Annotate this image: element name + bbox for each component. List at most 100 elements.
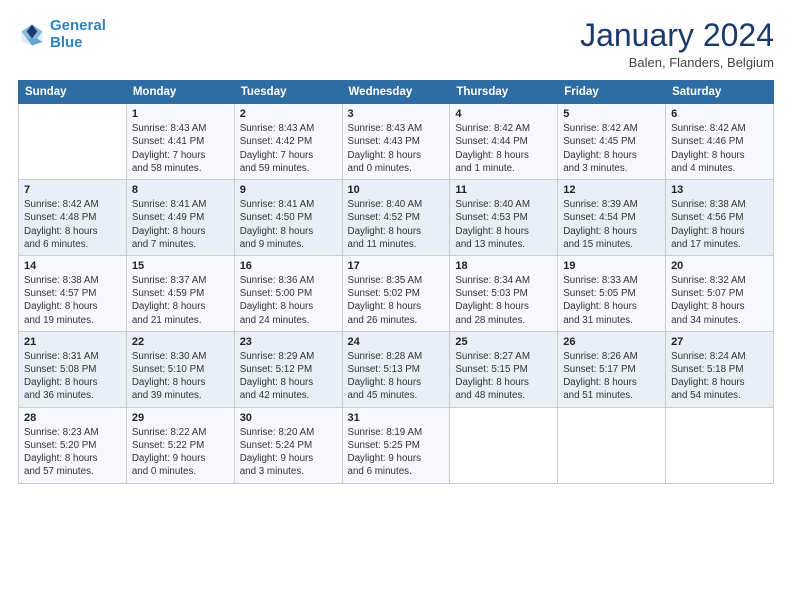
day-number: 17 — [348, 260, 445, 272]
day-number: 2 — [240, 108, 337, 120]
calendar-cell: 25Sunrise: 8:27 AMSunset: 5:15 PMDayligh… — [450, 331, 558, 407]
day-number: 23 — [240, 336, 337, 348]
day-info: Sunrise: 8:43 AMSunset: 4:41 PMDaylight:… — [132, 122, 229, 175]
calendar-cell — [450, 407, 558, 483]
day-number: 3 — [348, 108, 445, 120]
day-number: 30 — [240, 412, 337, 424]
calendar-cell: 9 Sunrise: 8:41 AMSunset: 4:50 PMDaylight… — [234, 180, 342, 256]
day-info: Sunrise: 8:37 AMSunset: 4:59 PMDaylight:… — [132, 274, 229, 327]
logo-text: General Blue — [50, 18, 106, 51]
day-number: 11 — [455, 184, 552, 196]
calendar-cell: 14 Sunrise: 8:38 AMSunset: 4:57 PMDayligh… — [19, 255, 127, 331]
calendar-cell: 7 Sunrise: 8:42 AMSunset: 4:48 PMDaylight… — [19, 180, 127, 256]
page: General Blue January 2024 Balen, Flander… — [0, 0, 792, 612]
calendar-cell — [666, 407, 774, 483]
day-number: 28 — [24, 412, 121, 424]
day-number: 21 — [24, 336, 121, 348]
day-info: Sunrise: 8:24 AMSunset: 5:18 PMDaylight:… — [671, 350, 768, 403]
day-header-sunday: Sunday — [19, 81, 127, 104]
calendar-cell: 19 Sunrise: 8:33 AMSunset: 5:05 PMDayligh… — [558, 255, 666, 331]
calendar-cell: 13 Sunrise: 8:38 AMSunset: 4:56 PMDayligh… — [666, 180, 774, 256]
day-info: Sunrise: 8:41 AMSunset: 4:50 PMDaylight:… — [240, 198, 337, 251]
month-title: January 2024 — [580, 18, 774, 53]
calendar-cell: 1Sunrise: 8:43 AMSunset: 4:41 PMDaylight… — [126, 104, 234, 180]
calendar-cell: 12Sunrise: 8:39 AMSunset: 4:54 PMDayligh… — [558, 180, 666, 256]
day-number: 7 — [24, 184, 121, 196]
calendar-header-row: SundayMondayTuesdayWednesdayThursdayFrid… — [19, 81, 774, 104]
logo: General Blue — [18, 18, 106, 51]
day-info: Sunrise: 8:35 AMSunset: 5:02 PMDaylight:… — [348, 274, 445, 327]
calendar-cell — [558, 407, 666, 483]
calendar-cell: 11Sunrise: 8:40 AMSunset: 4:53 PMDayligh… — [450, 180, 558, 256]
calendar-cell: 28 Sunrise: 8:23 AMSunset: 5:20 PMDayligh… — [19, 407, 127, 483]
calendar-cell: 18 Sunrise: 8:34 AMSunset: 5:03 PMDayligh… — [450, 255, 558, 331]
logo-line2: Blue — [50, 34, 83, 51]
calendar-cell: 20 Sunrise: 8:32 AMSunset: 5:07 PMDayligh… — [666, 255, 774, 331]
calendar-cell: 3 Sunrise: 8:43 AMSunset: 4:43 PMDaylight… — [342, 104, 450, 180]
day-header-wednesday: Wednesday — [342, 81, 450, 104]
day-info: Sunrise: 8:22 AMSunset: 5:22 PMDaylight:… — [132, 426, 229, 479]
week-row-3: 14 Sunrise: 8:38 AMSunset: 4:57 PMDayligh… — [19, 255, 774, 331]
day-info: Sunrise: 8:34 AMSunset: 5:03 PMDaylight:… — [455, 274, 552, 327]
title-block: January 2024 Balen, Flanders, Belgium — [580, 18, 774, 70]
calendar-cell — [19, 104, 127, 180]
day-number: 20 — [671, 260, 768, 272]
day-info: Sunrise: 8:23 AMSunset: 5:20 PMDaylight:… — [24, 426, 121, 479]
day-number: 5 — [563, 108, 660, 120]
week-row-2: 7 Sunrise: 8:42 AMSunset: 4:48 PMDaylight… — [19, 180, 774, 256]
calendar-cell: 23 Sunrise: 8:29 AMSunset: 5:12 PMDayligh… — [234, 331, 342, 407]
day-info: Sunrise: 8:30 AMSunset: 5:10 PMDaylight:… — [132, 350, 229, 403]
day-number: 29 — [132, 412, 229, 424]
day-info: Sunrise: 8:20 AMSunset: 5:24 PMDaylight:… — [240, 426, 337, 479]
day-number: 31 — [348, 412, 445, 424]
calendar-cell: 8 Sunrise: 8:41 AMSunset: 4:49 PMDaylight… — [126, 180, 234, 256]
calendar-cell: 2 Sunrise: 8:43 AMSunset: 4:42 PMDaylight… — [234, 104, 342, 180]
day-header-thursday: Thursday — [450, 81, 558, 104]
day-info: Sunrise: 8:38 AMSunset: 4:56 PMDaylight:… — [671, 198, 768, 251]
day-number: 8 — [132, 184, 229, 196]
week-row-4: 21 Sunrise: 8:31 AMSunset: 5:08 PMDayligh… — [19, 331, 774, 407]
day-number: 13 — [671, 184, 768, 196]
day-info: Sunrise: 8:38 AMSunset: 4:57 PMDaylight:… — [24, 274, 121, 327]
day-number: 18 — [455, 260, 552, 272]
calendar-cell: 10Sunrise: 8:40 AMSunset: 4:52 PMDayligh… — [342, 180, 450, 256]
day-info: Sunrise: 8:32 AMSunset: 5:07 PMDaylight:… — [671, 274, 768, 327]
day-info: Sunrise: 8:19 AMSunset: 5:25 PMDaylight:… — [348, 426, 445, 479]
day-info: Sunrise: 8:29 AMSunset: 5:12 PMDaylight:… — [240, 350, 337, 403]
day-number: 19 — [563, 260, 660, 272]
day-header-saturday: Saturday — [666, 81, 774, 104]
day-info: Sunrise: 8:42 AMSunset: 4:48 PMDaylight:… — [24, 198, 121, 251]
day-header-friday: Friday — [558, 81, 666, 104]
day-info: Sunrise: 8:41 AMSunset: 4:49 PMDaylight:… — [132, 198, 229, 251]
day-number: 12 — [563, 184, 660, 196]
day-info: Sunrise: 8:43 AMSunset: 4:43 PMDaylight:… — [348, 122, 445, 175]
day-number: 14 — [24, 260, 121, 272]
day-info: Sunrise: 8:40 AMSunset: 4:52 PMDaylight:… — [348, 198, 445, 251]
week-row-1: 1Sunrise: 8:43 AMSunset: 4:41 PMDaylight… — [19, 104, 774, 180]
day-number: 26 — [563, 336, 660, 348]
day-number: 16 — [240, 260, 337, 272]
calendar-cell: 30 Sunrise: 8:20 AMSunset: 5:24 PMDayligh… — [234, 407, 342, 483]
day-info: Sunrise: 8:27 AMSunset: 5:15 PMDaylight:… — [455, 350, 552, 403]
week-row-5: 28 Sunrise: 8:23 AMSunset: 5:20 PMDayligh… — [19, 407, 774, 483]
day-info: Sunrise: 8:43 AMSunset: 4:42 PMDaylight:… — [240, 122, 337, 175]
logo-icon — [18, 21, 46, 49]
day-info: Sunrise: 8:42 AMSunset: 4:45 PMDaylight:… — [563, 122, 660, 175]
day-info: Sunrise: 8:28 AMSunset: 5:13 PMDaylight:… — [348, 350, 445, 403]
day-info: Sunrise: 8:31 AMSunset: 5:08 PMDaylight:… — [24, 350, 121, 403]
calendar-table: SundayMondayTuesdayWednesdayThursdayFrid… — [18, 80, 774, 483]
location: Balen, Flanders, Belgium — [580, 55, 774, 70]
calendar-cell: 29 Sunrise: 8:22 AMSunset: 5:22 PMDayligh… — [126, 407, 234, 483]
day-number: 4 — [455, 108, 552, 120]
day-number: 9 — [240, 184, 337, 196]
calendar-cell: 27 Sunrise: 8:24 AMSunset: 5:18 PMDayligh… — [666, 331, 774, 407]
day-header-tuesday: Tuesday — [234, 81, 342, 104]
day-number: 27 — [671, 336, 768, 348]
day-number: 24 — [348, 336, 445, 348]
calendar-cell: 5 Sunrise: 8:42 AMSunset: 4:45 PMDaylight… — [558, 104, 666, 180]
calendar-cell: 24 Sunrise: 8:28 AMSunset: 5:13 PMDayligh… — [342, 331, 450, 407]
day-info: Sunrise: 8:42 AMSunset: 4:44 PMDaylight:… — [455, 122, 552, 175]
calendar-cell: 17 Sunrise: 8:35 AMSunset: 5:02 PMDayligh… — [342, 255, 450, 331]
day-info: Sunrise: 8:42 AMSunset: 4:46 PMDaylight:… — [671, 122, 768, 175]
day-info: Sunrise: 8:33 AMSunset: 5:05 PMDaylight:… — [563, 274, 660, 327]
